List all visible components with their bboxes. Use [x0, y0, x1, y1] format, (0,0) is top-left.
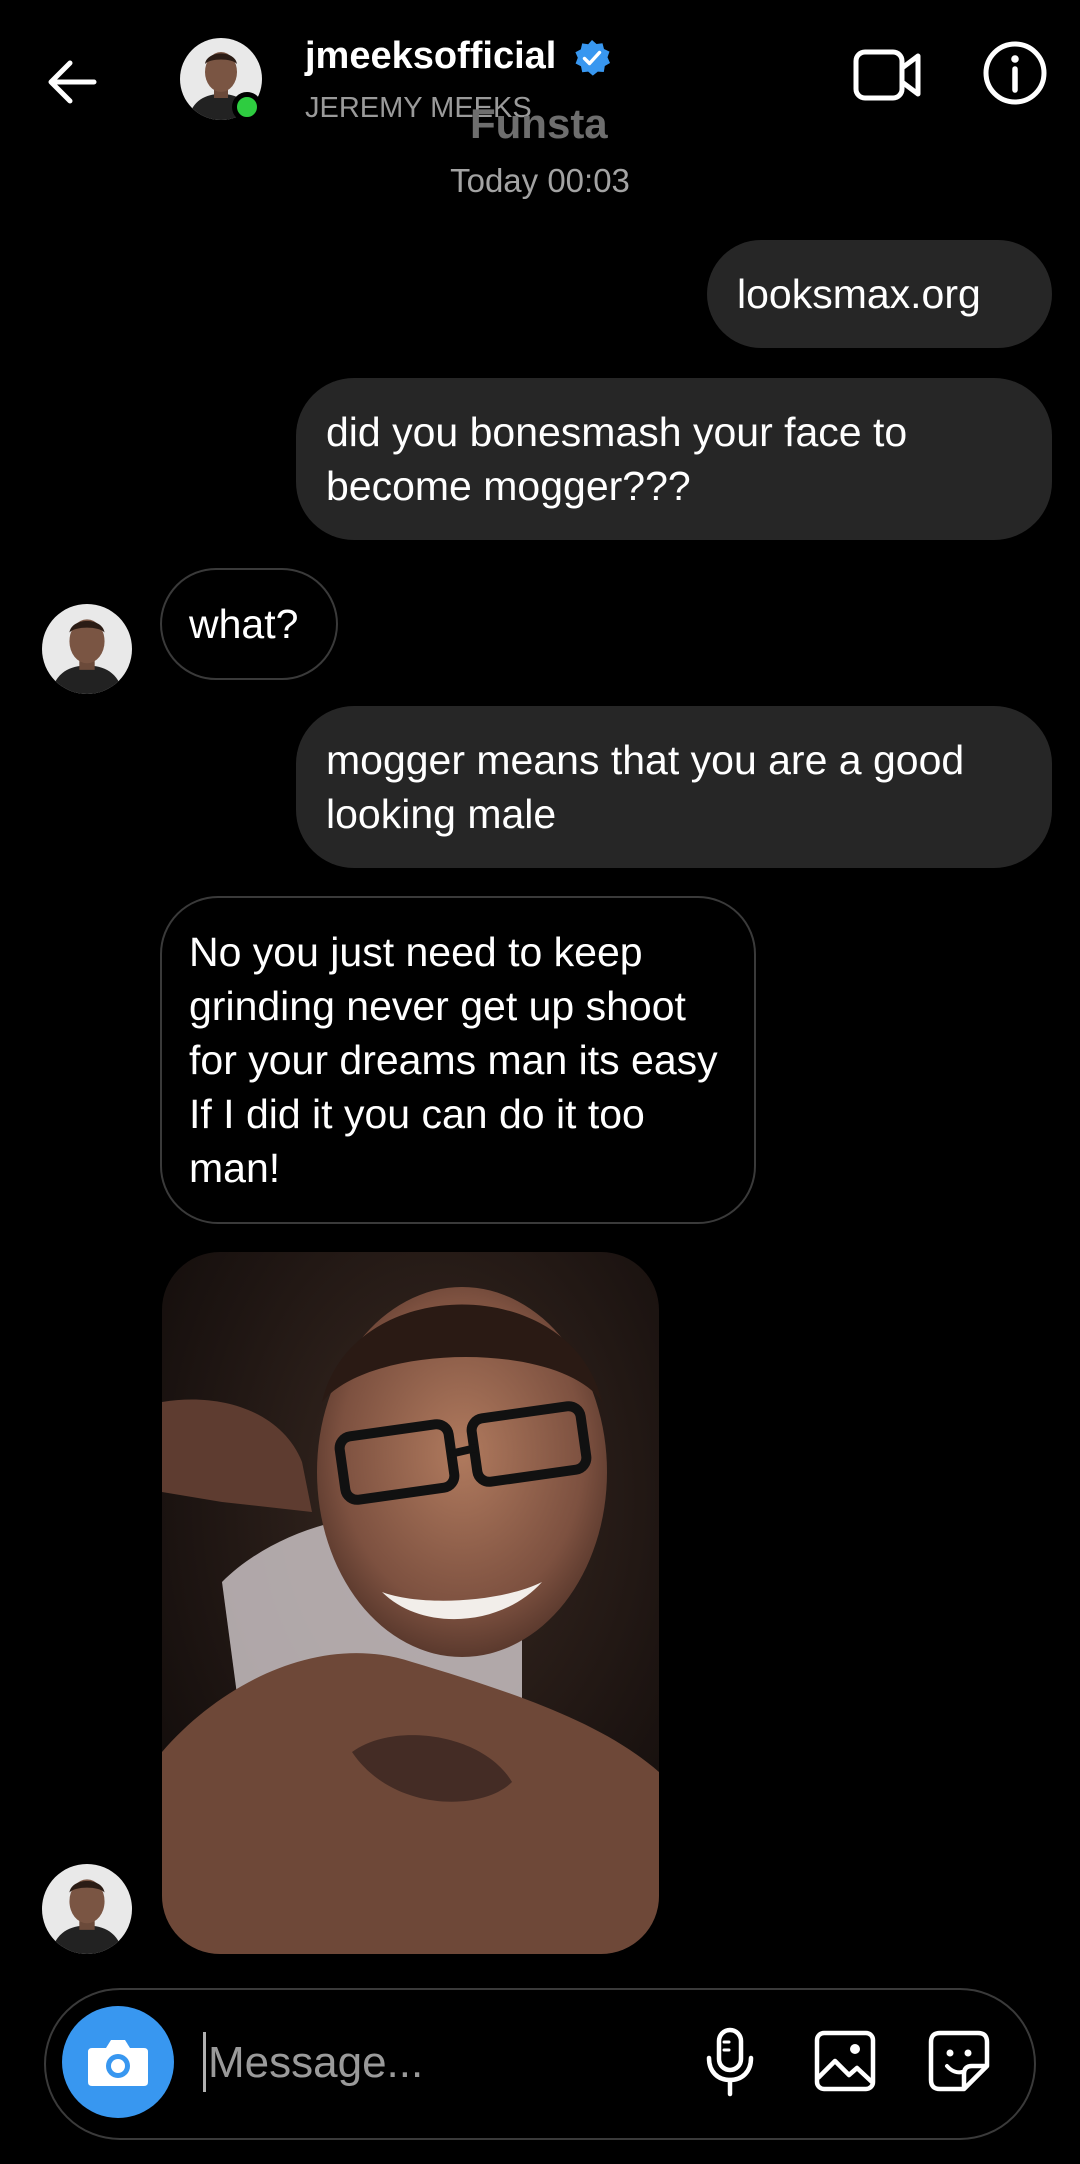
outgoing-message[interactable]: did you bonesmash your face to become mo…: [296, 378, 1052, 540]
text-cursor: [203, 2032, 206, 2092]
gallery-button[interactable]: [812, 2028, 878, 2094]
sticker-icon: [928, 2030, 990, 2092]
gallery-icon: [814, 2030, 876, 2092]
video-call-button[interactable]: [852, 42, 924, 106]
sticker-button[interactable]: [926, 2028, 992, 2094]
chat-username[interactable]: jmeeksofficial: [305, 35, 556, 78]
incoming-message[interactable]: what?: [160, 568, 338, 680]
sender-avatar[interactable]: [42, 604, 132, 694]
info-icon: [983, 41, 1047, 105]
camera-button[interactable]: [62, 2006, 174, 2118]
back-button[interactable]: [40, 50, 104, 114]
outgoing-message[interactable]: mogger means that you are a good looking…: [296, 706, 1052, 868]
sender-avatar[interactable]: [42, 1864, 132, 1954]
incoming-photo-message[interactable]: [162, 1252, 659, 1954]
camera-icon: [88, 2040, 148, 2086]
outgoing-message[interactable]: looksmax.org: [707, 240, 1052, 348]
online-status-indicator: [232, 92, 262, 122]
info-button[interactable]: [982, 40, 1048, 106]
incoming-message[interactable]: No you just need to keep grinding never …: [160, 896, 756, 1224]
back-arrow-icon: [48, 60, 97, 104]
profile-photo: [42, 604, 132, 694]
video-call-icon: [853, 49, 921, 101]
profile-photo: [42, 1864, 132, 1954]
shared-photo: [162, 1252, 659, 1954]
microphone-icon: [706, 2027, 754, 2097]
verified-badge-icon: [572, 38, 612, 78]
message-input[interactable]: [208, 2028, 678, 2098]
voice-message-button[interactable]: [700, 2026, 760, 2098]
overlay-label: Funsta: [470, 100, 608, 147]
thread-timestamp: Today 00:03: [450, 162, 630, 199]
